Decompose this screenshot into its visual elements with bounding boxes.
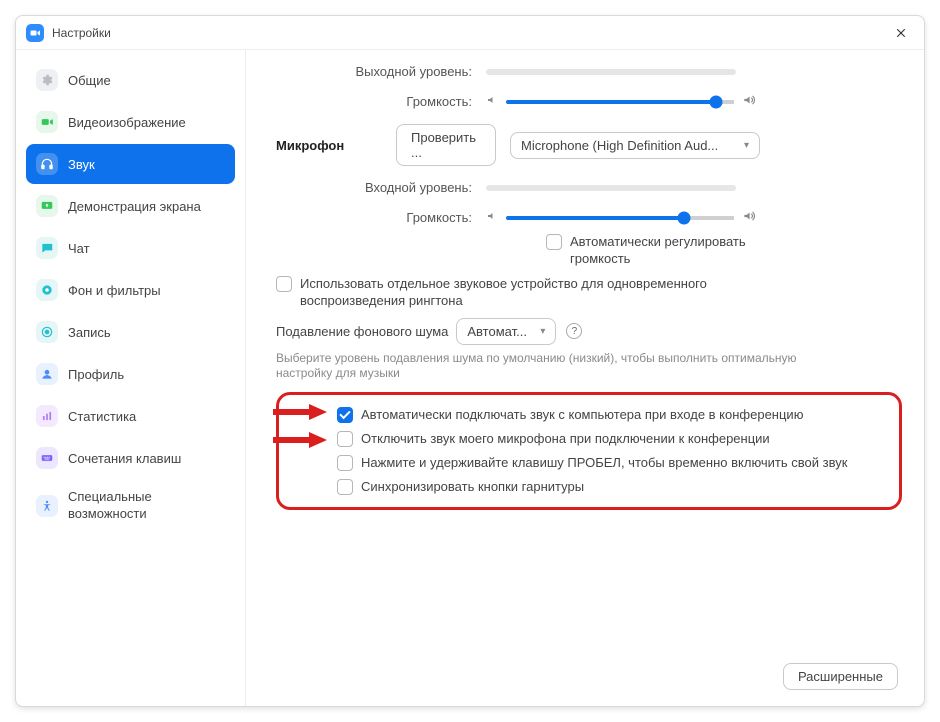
chevron-down-icon: ▾ xyxy=(540,326,545,337)
sidebar-item-label: Общие xyxy=(68,73,111,88)
volume-high-icon xyxy=(742,209,756,226)
accessibility-icon xyxy=(36,495,58,517)
mic-volume-slider[interactable] xyxy=(506,216,734,220)
share-screen-icon xyxy=(36,195,58,217)
profile-icon xyxy=(36,363,58,385)
headphones-icon xyxy=(36,153,58,175)
ringtone-device-row: Использовать отдельное звуковое устройст… xyxy=(276,276,776,310)
sidebar-item-label: Специальные возможности xyxy=(68,489,225,523)
auto-join-audio-checkbox[interactable] xyxy=(337,407,353,423)
help-icon[interactable]: ? xyxy=(566,323,582,339)
noise-suppress-select[interactable]: Автомат... ▾ xyxy=(456,318,556,345)
push-to-talk-checkbox[interactable] xyxy=(337,455,353,471)
volume-high-icon xyxy=(742,93,756,110)
background-icon xyxy=(36,279,58,301)
mute-on-join-checkbox[interactable] xyxy=(337,431,353,447)
volume-low-icon xyxy=(486,210,498,225)
sidebar: Общие Видеоизображение Звук Демонстрация… xyxy=(16,50,246,706)
sidebar-item-profile[interactable]: Профиль xyxy=(26,354,235,394)
sidebar-item-share-screen[interactable]: Демонстрация экрана xyxy=(26,186,235,226)
sidebar-item-general[interactable]: Общие xyxy=(26,60,235,100)
record-icon xyxy=(36,321,58,343)
red-arrow-icon xyxy=(271,431,327,449)
sidebar-item-shortcuts[interactable]: Сочетания клавиш xyxy=(26,438,235,478)
chevron-down-icon: ▾ xyxy=(744,140,749,151)
volume-label: Громкость: xyxy=(276,94,486,109)
close-button[interactable] xyxy=(888,20,914,46)
settings-window: Настройки Общие Видеоизображение xyxy=(15,15,925,707)
window-title: Настройки xyxy=(52,26,111,40)
input-level-meter xyxy=(486,185,736,191)
gear-icon xyxy=(36,69,58,91)
sidebar-item-label: Статистика xyxy=(68,409,136,424)
output-level-row: Выходной уровень: xyxy=(276,64,902,79)
sidebar-item-background[interactable]: Фон и фильтры xyxy=(26,270,235,310)
input-level-row: Входной уровень: xyxy=(276,180,902,195)
sidebar-item-video[interactable]: Видеоизображение xyxy=(26,102,235,142)
microphone-heading: Микрофон xyxy=(276,138,396,153)
sync-headset-row: Синхронизировать кнопки гарнитуры xyxy=(337,479,883,495)
sidebar-item-label: Видеоизображение xyxy=(68,115,186,130)
sidebar-item-recording[interactable]: Запись xyxy=(26,312,235,352)
output-level-meter xyxy=(486,69,736,75)
speaker-volume-slider[interactable] xyxy=(506,100,734,104)
window-body: Общие Видеоизображение Звук Демонстрация… xyxy=(16,50,924,706)
sidebar-item-label: Звук xyxy=(68,157,95,172)
chat-icon xyxy=(36,237,58,259)
push-to-talk-label: Нажмите и удерживайте клавишу ПРОБЕЛ, чт… xyxy=(361,455,847,470)
push-to-talk-row: Нажмите и удерживайте клавишу ПРОБЕЛ, чт… xyxy=(337,455,883,471)
auto-join-audio-row: Автоматически подключать звук с компьюте… xyxy=(337,407,883,423)
sync-headset-checkbox[interactable] xyxy=(337,479,353,495)
volume-label: Громкость: xyxy=(276,210,486,225)
audio-settings-panel: Выходной уровень: Громкость: xyxy=(246,50,924,706)
red-arrow-icon xyxy=(271,403,327,421)
advanced-button[interactable]: Расширенные xyxy=(783,663,898,690)
auto-volume-checkbox[interactable] xyxy=(546,234,562,250)
sidebar-item-accessibility[interactable]: Специальные возможности xyxy=(26,480,235,532)
auto-volume-label: Автоматически регулировать громкость xyxy=(570,234,776,268)
titlebar: Настройки xyxy=(16,16,924,50)
volume-low-icon xyxy=(486,94,498,109)
sync-headset-label: Синхронизировать кнопки гарнитуры xyxy=(361,479,584,494)
microphone-row: Микрофон Проверить ... Microphone (High … xyxy=(276,124,902,166)
sidebar-item-label: Профиль xyxy=(68,367,124,382)
input-level-label: Входной уровень: xyxy=(276,180,486,195)
output-level-label: Выходной уровень: xyxy=(276,64,486,79)
sidebar-item-chat[interactable]: Чат xyxy=(26,228,235,268)
sidebar-item-audio[interactable]: Звук xyxy=(26,144,235,184)
ringtone-device-label: Использовать отдельное звуковое устройст… xyxy=(300,276,776,310)
ringtone-device-checkbox[interactable] xyxy=(276,276,292,292)
auto-volume-row: Автоматически регулировать громкость xyxy=(546,234,776,268)
highlighted-checkbox-group: Автоматически подключать звук с компьюте… xyxy=(276,392,902,510)
sidebar-item-label: Демонстрация экрана xyxy=(68,199,201,214)
noise-suppress-label: Подавление фонового шума xyxy=(276,324,448,339)
noise-suppress-row: Подавление фонового шума Автомат... ▾ ? xyxy=(276,318,902,345)
sidebar-item-label: Запись xyxy=(68,325,111,340)
mute-on-join-row: Отключить звук моего микрофона при подкл… xyxy=(337,431,883,447)
test-microphone-button[interactable]: Проверить ... xyxy=(396,124,496,166)
zoom-icon xyxy=(26,24,44,42)
sidebar-item-statistics[interactable]: Статистика xyxy=(26,396,235,436)
sidebar-item-label: Чат xyxy=(68,241,90,256)
auto-join-audio-label: Автоматически подключать звук с компьюте… xyxy=(361,407,803,422)
sidebar-item-label: Сочетания клавиш xyxy=(68,451,181,466)
microphone-device-select[interactable]: Microphone (High Definition Aud... ▾ xyxy=(510,132,760,159)
speaker-volume-row: Громкость: xyxy=(276,93,902,110)
noise-suppress-hint: Выберите уровень подавления шума по умол… xyxy=(276,351,836,382)
video-icon xyxy=(36,111,58,133)
keyboard-icon xyxy=(36,447,58,469)
mute-on-join-label: Отключить звук моего микрофона при подкл… xyxy=(361,431,770,446)
mic-volume-row: Громкость: xyxy=(276,209,902,226)
stats-icon xyxy=(36,405,58,427)
sidebar-item-label: Фон и фильтры xyxy=(68,283,161,298)
